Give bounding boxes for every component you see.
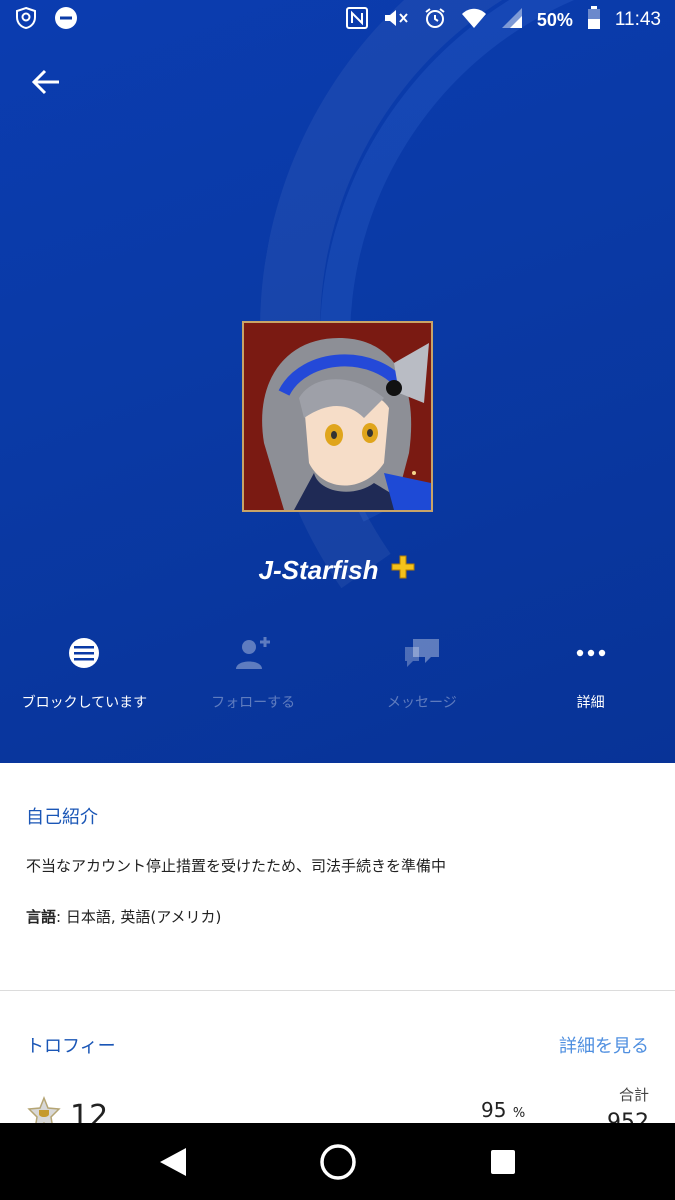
nav-home-button[interactable] xyxy=(308,1132,368,1192)
trophy-section: トロフィー 詳細を見る 12 95 % 合計 952 xyxy=(0,992,675,1135)
level-progress-value: 95 xyxy=(481,1098,507,1122)
battery-icon xyxy=(587,5,601,35)
profile-name-row: J-Starfish xyxy=(0,550,675,590)
nav-recents-button[interactable] xyxy=(473,1132,533,1192)
about-section: 自己紹介 不当なアカウント停止措置を受けたため、司法手続きを準備中 言語: 日本… xyxy=(0,763,675,991)
language-row: 言語: 日本語, 英語(アメリカ) xyxy=(26,906,221,927)
follow-label: フォローする xyxy=(211,695,296,711)
ps-plus-icon xyxy=(390,554,416,587)
profile-actions: ブロックしています フォローする メッセージ 詳細 xyxy=(0,630,675,720)
nav-back-icon xyxy=(159,1147,186,1176)
more-button[interactable]: 詳細 xyxy=(506,630,675,720)
level-progress: 95 % xyxy=(481,1098,525,1122)
more-icon xyxy=(576,630,606,676)
see-more-link[interactable]: 詳細を見る xyxy=(559,1032,649,1058)
blocked-label: ブロックしています xyxy=(21,695,148,711)
alarm-icon xyxy=(423,6,447,35)
avatar xyxy=(242,321,433,512)
signal-icon xyxy=(501,7,523,34)
nav-home-icon xyxy=(319,1143,356,1180)
total-trophies-label: 合計 xyxy=(618,1086,649,1104)
about-text: 不当なアカウント停止措置を受けたため、司法手続きを準備中 xyxy=(26,857,447,875)
battery-percent: 50% xyxy=(536,9,573,30)
message-button[interactable]: メッセージ xyxy=(338,630,507,720)
level-progress-unit: % xyxy=(512,1106,526,1121)
back-arrow-icon xyxy=(31,69,59,95)
blocked-button[interactable]: ブロックしています xyxy=(0,630,169,720)
more-label: 詳細 xyxy=(576,695,605,711)
nav-recents-icon xyxy=(490,1149,515,1174)
do-not-disturb-icon xyxy=(54,6,78,35)
clock: 11:43 xyxy=(614,9,661,30)
shield-icon xyxy=(14,6,38,35)
nfc-icon xyxy=(345,6,369,35)
status-bar: 50% 11:43 xyxy=(0,0,675,40)
message-icon xyxy=(401,630,443,676)
follow-button[interactable]: フォローする xyxy=(169,630,338,720)
language-value: : 日本語, 英語(アメリカ) xyxy=(56,908,222,926)
trophy-title: トロフィー xyxy=(26,1036,116,1057)
blocked-list-icon xyxy=(68,630,100,676)
system-navigation-bar xyxy=(0,1123,675,1200)
follow-add-icon xyxy=(233,630,273,676)
about-title: 自己紹介 xyxy=(26,807,98,828)
message-label: メッセージ xyxy=(387,695,457,711)
wifi-icon xyxy=(461,7,487,34)
mute-icon xyxy=(383,6,409,35)
profile-header: 50% 11:43 J-Starfish ブロックしています フォローする メッ… xyxy=(0,0,675,763)
nav-back-button[interactable] xyxy=(143,1132,203,1192)
username: J-Starfish xyxy=(258,554,379,585)
language-label: 言語 xyxy=(26,908,57,926)
back-button[interactable] xyxy=(26,62,66,102)
